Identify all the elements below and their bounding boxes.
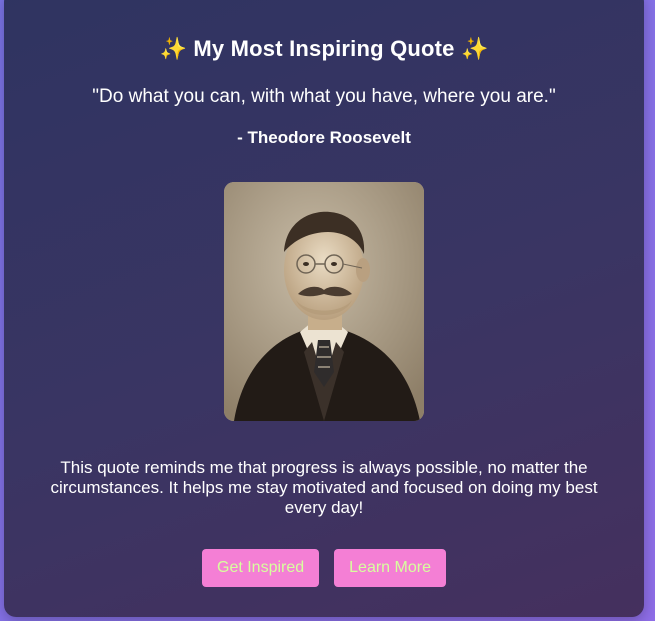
get-inspired-button[interactable]: Get Inspired <box>202 549 320 587</box>
quote-author: - Theodore Roosevelt <box>237 128 411 147</box>
quote-text: "Do what you can, with what you have, wh… <box>92 86 556 107</box>
learn-more-button[interactable]: Learn More <box>334 549 446 587</box>
page-title: ✨ My Most Inspiring Quote ✨ <box>4 36 644 62</box>
title-text: My Most Inspiring Quote <box>193 36 455 61</box>
portrait-image <box>224 182 424 421</box>
quote-card: ✨ My Most Inspiring Quote ✨ "Do what you… <box>4 0 644 617</box>
reflection-text: This quote reminds me that progress is a… <box>50 458 598 517</box>
author-portrait <box>224 182 424 421</box>
button-row: Get Inspired Learn More <box>4 549 644 587</box>
sparkle-icon: ✨ <box>460 37 489 62</box>
sparkle-icon: ✨ <box>159 37 188 62</box>
